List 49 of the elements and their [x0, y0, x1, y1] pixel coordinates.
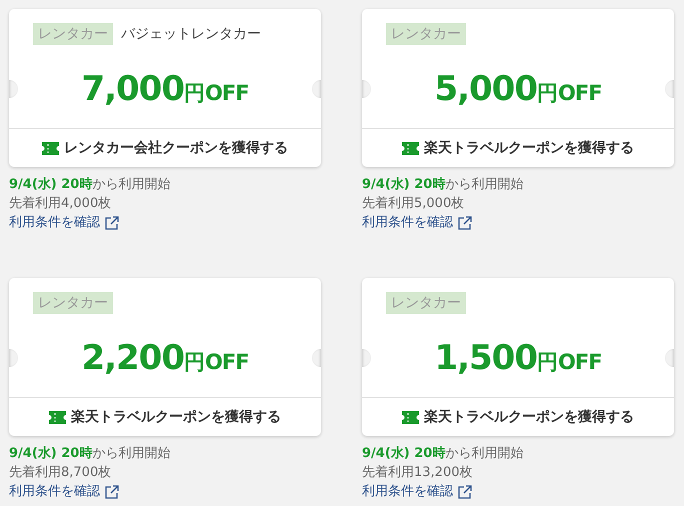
company-name: バジェットレンタカー	[121, 25, 261, 43]
limit-text: 先着利用5,000枚	[362, 195, 466, 213]
ticket-notch	[665, 80, 674, 98]
ticket-icon	[402, 142, 419, 154]
start-date-text: 9/4(水) 20時から利用開始	[9, 176, 172, 194]
discount-suffix: OFF	[558, 81, 602, 105]
start-date-text: 9/4(水) 20時から利用開始	[9, 445, 172, 463]
get-coupon-button[interactable]: 楽天トラベルクーポンを獲得する	[362, 129, 674, 167]
terms-link[interactable]: 利用条件を確認	[362, 482, 472, 501]
get-coupon-button[interactable]: 楽天トラベルクーポンを獲得する	[9, 398, 321, 436]
category-tag: レンタカー	[33, 292, 113, 314]
currency-unit: 円	[184, 349, 205, 376]
ticket-icon	[42, 142, 59, 154]
category-tag: レンタカー	[386, 292, 466, 314]
get-coupon-button[interactable]: レンタカー会社クーポンを獲得する	[9, 129, 321, 167]
currency-unit: 円	[537, 80, 558, 107]
terms-link[interactable]: 利用条件を確認	[362, 213, 472, 232]
ticket-notch	[362, 349, 371, 367]
ticket-icon	[49, 410, 66, 424]
discount-amount: 2,200	[81, 338, 184, 378]
discount-suffix: OFF	[205, 81, 249, 105]
external-link-icon	[105, 484, 119, 498]
ticket-notch	[665, 349, 674, 367]
get-coupon-button[interactable]: 楽天トラベルクーポンを獲得する	[362, 398, 674, 436]
category-tag: レンタカー	[33, 23, 113, 45]
category-tag: レンタカー	[386, 23, 466, 45]
ticket-icon	[402, 410, 419, 424]
external-link-icon	[458, 484, 472, 498]
start-date-text: 9/4(水) 20時から利用開始	[362, 176, 524, 194]
discount-amount: 7,000	[81, 69, 184, 109]
limit-text: 先着利用8,700枚	[9, 464, 112, 482]
ticket-notch	[312, 349, 321, 367]
discount-amount: 5,000	[434, 69, 537, 109]
terms-link[interactable]: 利用条件を確認	[9, 213, 119, 232]
external-link-icon	[105, 216, 119, 230]
ticket-notch	[9, 80, 18, 98]
limit-text: 先着利用13,200枚	[362, 464, 474, 482]
limit-text: 先着利用4,000枚	[9, 195, 112, 213]
discount-suffix: OFF	[558, 350, 602, 374]
currency-unit: 円	[537, 349, 558, 376]
terms-link[interactable]: 利用条件を確認	[9, 482, 119, 501]
ticket-notch	[9, 349, 18, 367]
start-date-text: 9/4(水) 20時から利用開始	[362, 445, 524, 463]
ticket-notch	[312, 80, 321, 98]
external-link-icon	[458, 216, 472, 230]
currency-unit: 円	[184, 80, 205, 107]
discount-suffix: OFF	[205, 350, 249, 374]
discount-amount: 1,500	[434, 338, 537, 378]
ticket-notch	[362, 80, 371, 98]
